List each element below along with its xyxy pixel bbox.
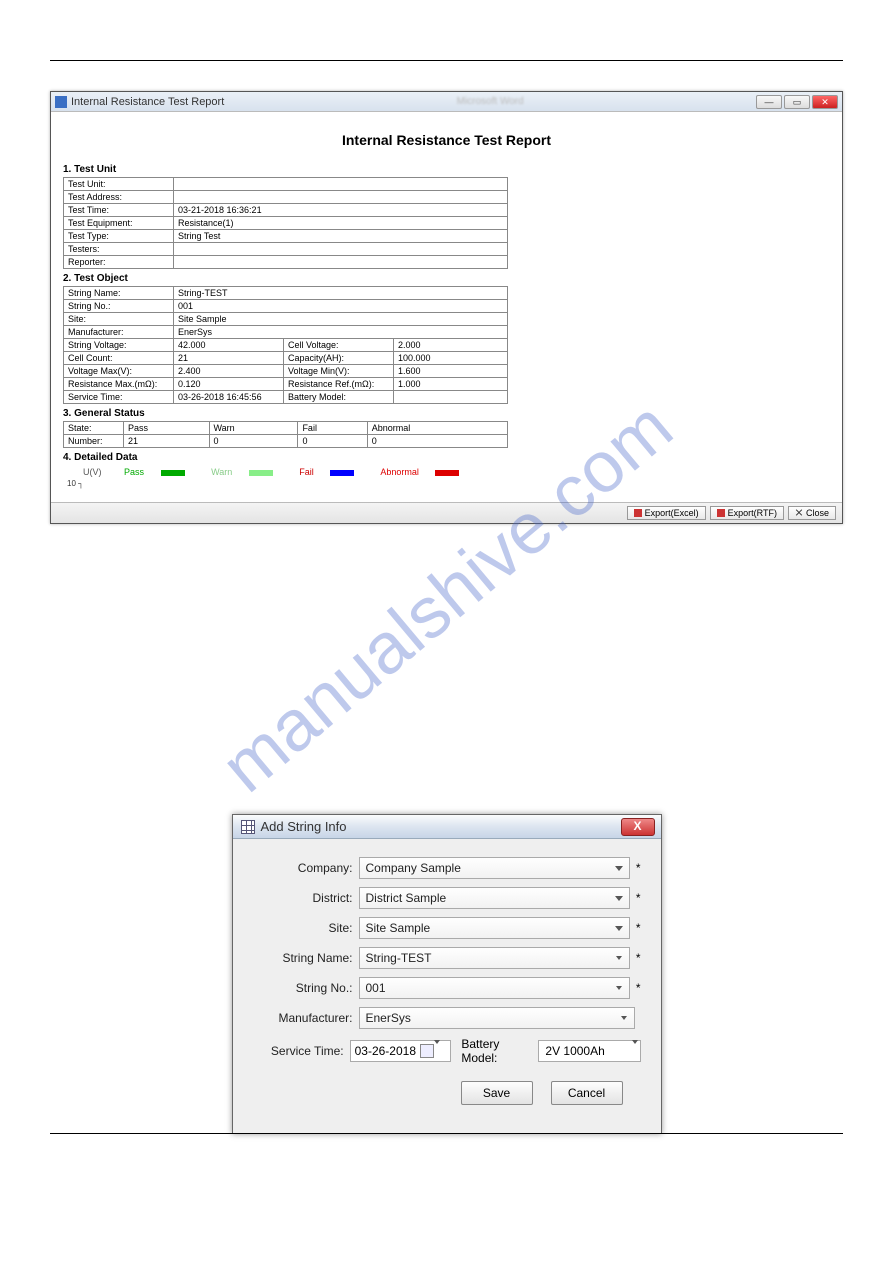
section4-heading: 4. Detailed Data	[63, 452, 830, 463]
export-rtf-button[interactable]: Export(RTF)	[710, 506, 784, 520]
chart-legend: U(V) Pass Warn Fail Abnormal	[83, 467, 830, 477]
report-window: Internal Resistance Test Report Microsof…	[50, 91, 843, 524]
y-axis-tick: 10 ┐	[67, 479, 830, 488]
service-time-picker[interactable]: 03-26-2018	[350, 1040, 452, 1062]
export-excel-button[interactable]: Export(Excel)	[627, 506, 706, 520]
app-icon	[55, 96, 67, 108]
test-unit-table: Test Unit: Test Address: Test Time:03-21…	[63, 177, 508, 269]
general-status-table: State: Pass Warn Fail Abnormal Number: 2…	[63, 421, 508, 448]
dialog-close-button[interactable]: X	[621, 818, 655, 836]
dialog-title-bar: Add String Info X	[233, 815, 661, 839]
manufacturer-combo[interactable]: EnerSys	[359, 1007, 635, 1029]
company-label: Company:	[245, 861, 353, 875]
footer-rule	[50, 1133, 843, 1134]
district-label: District:	[245, 891, 353, 905]
close-button[interactable]: Close	[788, 506, 836, 520]
dialog-title: Add String Info	[261, 819, 347, 834]
required-marker: *	[636, 861, 641, 875]
site-label: Site:	[245, 921, 353, 935]
section3-heading: 3. General Status	[63, 408, 830, 419]
string-name-combo[interactable]: String-TEST	[359, 947, 630, 969]
background-window-title: Microsoft Word	[457, 96, 524, 107]
section1-heading: 1. Test Unit	[63, 164, 830, 175]
add-string-dialog: Add String Info X Company: Company Sampl…	[232, 814, 662, 1134]
company-select[interactable]: Company Sample	[359, 857, 630, 879]
maximize-button[interactable]: ▭	[784, 95, 810, 109]
test-object-table: String Name:String-TEST String No.:001 S…	[63, 286, 508, 404]
string-name-label: String Name:	[245, 951, 353, 965]
report-footer: Export(Excel) Export(RTF) Close	[51, 502, 842, 523]
battery-model-label: Battery Model:	[461, 1037, 532, 1065]
minimize-button[interactable]: —	[756, 95, 782, 109]
manufacturer-label: Manufacturer:	[245, 1011, 353, 1025]
header-rule	[50, 60, 843, 61]
battery-model-combo[interactable]: 2V 1000Ah	[538, 1040, 640, 1062]
cancel-button[interactable]: Cancel	[551, 1081, 623, 1105]
report-title: Internal Resistance Test Report	[63, 132, 830, 148]
site-select[interactable]: Site Sample	[359, 917, 630, 939]
district-select[interactable]: District Sample	[359, 887, 630, 909]
window-title: Internal Resistance Test Report	[71, 96, 224, 108]
window-close-button[interactable]: ✕	[812, 95, 838, 109]
window-title-bar: Internal Resistance Test Report Microsof…	[51, 92, 842, 112]
save-button[interactable]: Save	[461, 1081, 533, 1105]
grid-icon	[241, 820, 255, 834]
string-no-combo[interactable]: 001	[359, 977, 630, 999]
section2-heading: 2. Test Object	[63, 273, 830, 284]
calendar-icon	[420, 1044, 434, 1058]
string-no-label: String No.:	[245, 981, 353, 995]
service-time-label: Service Time:	[245, 1044, 344, 1058]
